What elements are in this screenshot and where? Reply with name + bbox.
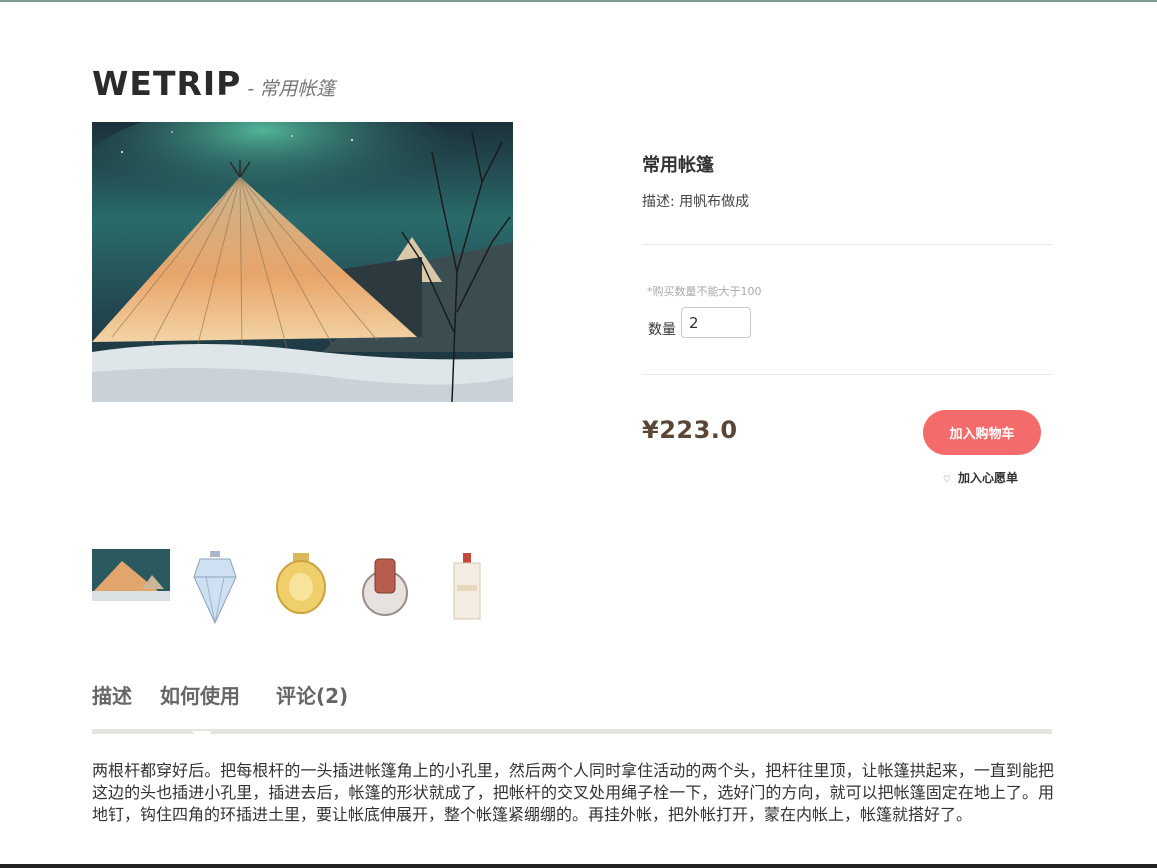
- tab-indicator-bar: [92, 729, 1052, 734]
- heart-icon: ♡: [943, 475, 952, 485]
- tab-how-to-use[interactable]: 如何使用: [160, 680, 240, 709]
- divider: [642, 374, 1052, 375]
- tab-content-text: 两根杆都穿好后。把每根杆的一头插进帐篷角上的小孔里，然后两个人同时拿住活动的两个…: [92, 761, 1054, 824]
- thumbnail-round-perfume[interactable]: [346, 549, 424, 621]
- page-title: WETRIP - 常用帐篷: [92, 64, 335, 103]
- divider: [642, 244, 1052, 245]
- page-subtitle: 常用帐篷: [259, 78, 336, 100]
- wishlist-label: 加入心愿单: [958, 471, 1019, 485]
- tab-reviews[interactable]: 评论(2): [276, 680, 348, 709]
- brand-logo-text: WETRIP: [92, 64, 242, 103]
- thumbnail-diamond-perfume[interactable]: [176, 549, 254, 625]
- thumbnail-tall-perfume[interactable]: [430, 549, 508, 621]
- main-product-image: [92, 122, 513, 402]
- bottom-border: [0, 864, 1157, 868]
- product-price: ¥223.0: [642, 416, 738, 444]
- title-separator: -: [247, 78, 255, 100]
- add-to-wishlist-link[interactable]: ♡ 加入心愿单: [943, 469, 1018, 486]
- active-tab-pointer: [192, 731, 212, 738]
- description-value: 用帆布做成: [679, 194, 750, 210]
- tab-description[interactable]: 描述: [92, 680, 132, 709]
- thumbnail-gold-perfume[interactable]: [262, 549, 340, 621]
- product-name: 常用帐篷: [642, 155, 714, 176]
- top-border: [0, 0, 1157, 2]
- quantity-input[interactable]: [681, 307, 751, 338]
- add-to-cart-button[interactable]: 加入购物车: [923, 410, 1041, 455]
- product-description: 描述: 用帆布做成: [642, 191, 749, 211]
- description-label: 描述:: [642, 194, 675, 210]
- thumbnail-tent[interactable]: [92, 549, 170, 621]
- quantity-label: 数量: [648, 322, 676, 338]
- quantity-limit-note: *购买数量不能大于100: [647, 285, 762, 298]
